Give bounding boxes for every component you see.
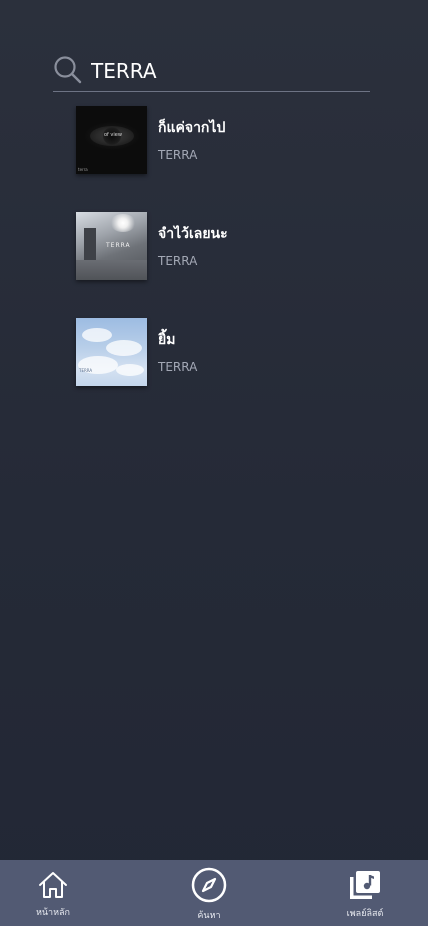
cover-text: of view [104,132,122,138]
cover-tag: TERRA [79,368,93,373]
bottom-nav: หน้าหลัก ค้นหา เพลย์ลิสต์ [0,860,428,926]
home-icon [37,860,69,904]
compass-icon [191,860,227,907]
nav-explore[interactable]: ค้นหา [169,860,249,926]
cover-cloud-shape [106,340,142,356]
cover-floor-shape [76,260,147,280]
search-bar[interactable] [53,54,370,92]
track-title: ก็แค่จากไป [158,120,226,136]
cover-cloud-shape [116,364,144,376]
search-results: of view terra ก็แค่จากไป TERRA TERRA จำไ… [76,106,376,424]
track-artist: TERRA [158,360,198,374]
playlist-icon [348,860,382,905]
track-artist: TERRA [158,254,198,268]
cover-cloud-shape [82,328,112,342]
cover-light-shape [110,214,136,232]
search-input[interactable] [91,58,351,84]
nav-home[interactable]: หน้าหลัก [13,860,93,926]
track-meta: ยิ้ม TERRA [158,318,197,374]
track-artist: TERRA [158,148,198,162]
result-item[interactable]: TERRA ยิ้ม TERRA [76,318,376,386]
nav-playlist-label: เพลย์ลิสต์ [346,909,384,919]
album-cover: of view terra [76,106,147,174]
result-item[interactable]: TERRA จำไว้เลยนะ TERRA [76,212,376,280]
track-meta: จำไว้เลยนะ TERRA [158,212,228,268]
nav-home-label: หน้าหลัก [35,908,71,918]
nav-playlist[interactable]: เพลย์ลิสต์ [325,860,405,926]
result-item[interactable]: of view terra ก็แค่จากไป TERRA [76,106,376,174]
nav-explore-label: ค้นหา [197,911,221,921]
track-title: ยิ้ม [158,332,176,348]
track-title: จำไว้เลยนะ [158,226,228,242]
album-cover: TERRA [76,212,147,280]
cover-tag: terra [78,167,88,172]
track-meta: ก็แค่จากไป TERRA [158,106,225,162]
search-icon[interactable] [53,54,83,89]
cover-text: TERRA [106,242,131,249]
album-cover: TERRA [76,318,147,386]
